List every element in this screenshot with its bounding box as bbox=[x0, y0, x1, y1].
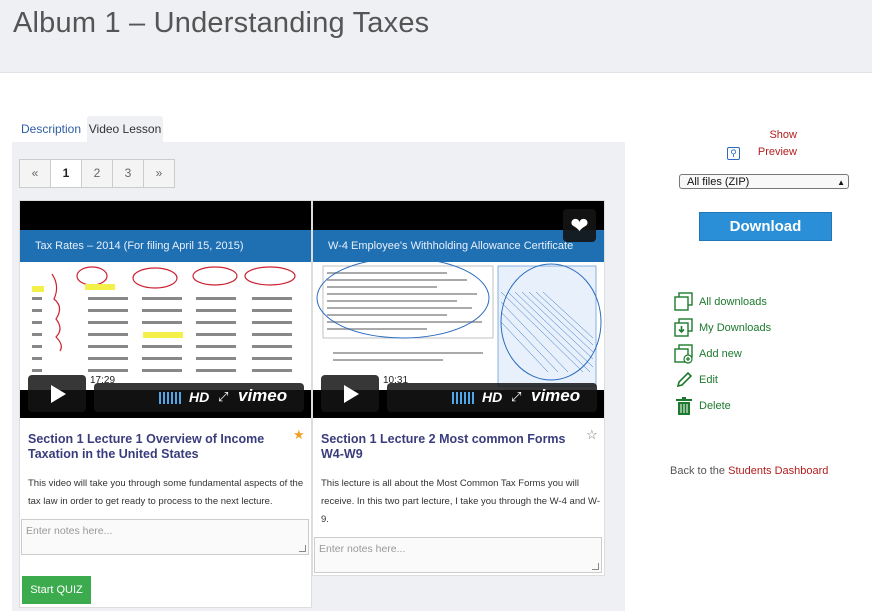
lecture-description: This video will take you through some fu… bbox=[28, 478, 304, 507]
back-prefix: Back to the bbox=[670, 465, 726, 477]
play-button[interactable] bbox=[321, 375, 379, 412]
show-preview-label: Show Preview bbox=[757, 129, 797, 158]
vimeo-logo[interactable]: vimeo bbox=[531, 386, 580, 406]
slide-title: W-4 Employee's Withholding Allowance Cer… bbox=[313, 230, 604, 262]
pencil-icon bbox=[676, 371, 693, 388]
folders-icon bbox=[674, 292, 693, 311]
lecture-title[interactable]: Section 1 Lecture 1 Overview of Income T… bbox=[28, 432, 278, 462]
back-to-dashboard: Back to the Students Dashboard bbox=[670, 465, 828, 477]
video-thumbnail: Tax Rates – 2014 (For filing April 15, 2… bbox=[20, 230, 311, 390]
pagination-page-2[interactable]: 2 bbox=[81, 159, 113, 188]
video-player[interactable]: Tax Rates – 2014 (For filing April 15, 2… bbox=[20, 201, 311, 418]
download-button[interactable]: Download bbox=[699, 212, 832, 241]
download-folder-icon bbox=[674, 318, 693, 337]
hd-button[interactable]: HD bbox=[482, 389, 502, 405]
notes-field[interactable]: Enter notes here... bbox=[314, 537, 602, 573]
lecture-card-1: Tax Rates – 2014 (For filing April 15, 2… bbox=[19, 200, 312, 608]
pagination: « 1 2 3 » bbox=[19, 159, 175, 188]
tab-video-lesson[interactable]: Video Lesson bbox=[87, 116, 163, 142]
page-title: Album 1 – Understanding Taxes bbox=[13, 7, 430, 39]
player-controls: HD ⤢ vimeo bbox=[387, 383, 597, 412]
like-heart-icon[interactable]: ❤ bbox=[563, 209, 596, 242]
pagination-next[interactable]: » bbox=[143, 159, 175, 188]
lecture-description: This lecture is all about the Most Commo… bbox=[321, 478, 600, 525]
add-new-label: Add new bbox=[699, 348, 742, 360]
player-controls: HD ⤢ vimeo bbox=[94, 383, 304, 412]
video-player[interactable]: W-4 Employee's Withholding Allowance Cer… bbox=[313, 201, 604, 418]
volume-bars-icon[interactable] bbox=[452, 392, 474, 404]
hd-button[interactable]: HD bbox=[189, 389, 209, 405]
start-quiz-button[interactable]: Start QUIZ bbox=[22, 576, 91, 604]
fullscreen-icon[interactable]: ⤢ bbox=[511, 389, 521, 405]
students-dashboard-link[interactable]: Students Dashboard bbox=[728, 465, 828, 477]
trash-icon bbox=[676, 397, 692, 415]
file-select-value: All files (ZIP) bbox=[687, 176, 750, 188]
edit-label: Edit bbox=[699, 374, 718, 386]
fullscreen-icon[interactable]: ⤢ bbox=[218, 389, 228, 405]
pagination-page-3[interactable]: 3 bbox=[112, 159, 144, 188]
delete-label: Delete bbox=[699, 400, 731, 412]
all-downloads-label: All downloads bbox=[699, 296, 767, 308]
tab-description[interactable]: Description bbox=[12, 116, 90, 142]
my-downloads-label: My Downloads bbox=[699, 322, 772, 334]
page-header: Album 1 – Understanding Taxes bbox=[0, 0, 872, 73]
show-preview-link[interactable]: ⚲ Show Preview bbox=[727, 127, 797, 161]
tax-table-image bbox=[32, 266, 296, 372]
lecture-card-2: W-4 Employee's Withholding Allowance Cer… bbox=[312, 200, 605, 576]
pagination-prev[interactable]: « bbox=[19, 159, 51, 188]
volume-bars-icon[interactable] bbox=[159, 392, 181, 404]
notes-field[interactable]: Enter notes here... bbox=[21, 519, 309, 555]
slide-title: Tax Rates – 2014 (For filing April 15, 2… bbox=[20, 230, 311, 262]
star-outline-icon[interactable]: ☆ bbox=[586, 427, 598, 443]
video-thumbnail: W-4 Employee's Withholding Allowance Cer… bbox=[313, 230, 604, 390]
w4-form-image bbox=[316, 262, 602, 387]
star-filled-icon[interactable]: ★ bbox=[293, 427, 305, 443]
play-button[interactable] bbox=[28, 375, 86, 412]
lecture-title[interactable]: Section 1 Lecture 2 Most common Forms W4… bbox=[321, 432, 571, 462]
add-folder-icon bbox=[674, 344, 693, 364]
pagination-page-1[interactable]: 1 bbox=[50, 159, 82, 188]
vimeo-logo[interactable]: vimeo bbox=[238, 386, 287, 406]
preview-icon: ⚲ bbox=[727, 147, 740, 160]
select-arrows-icon: ▲ bbox=[837, 178, 845, 187]
file-select[interactable]: All files (ZIP) ▲ bbox=[679, 174, 849, 189]
